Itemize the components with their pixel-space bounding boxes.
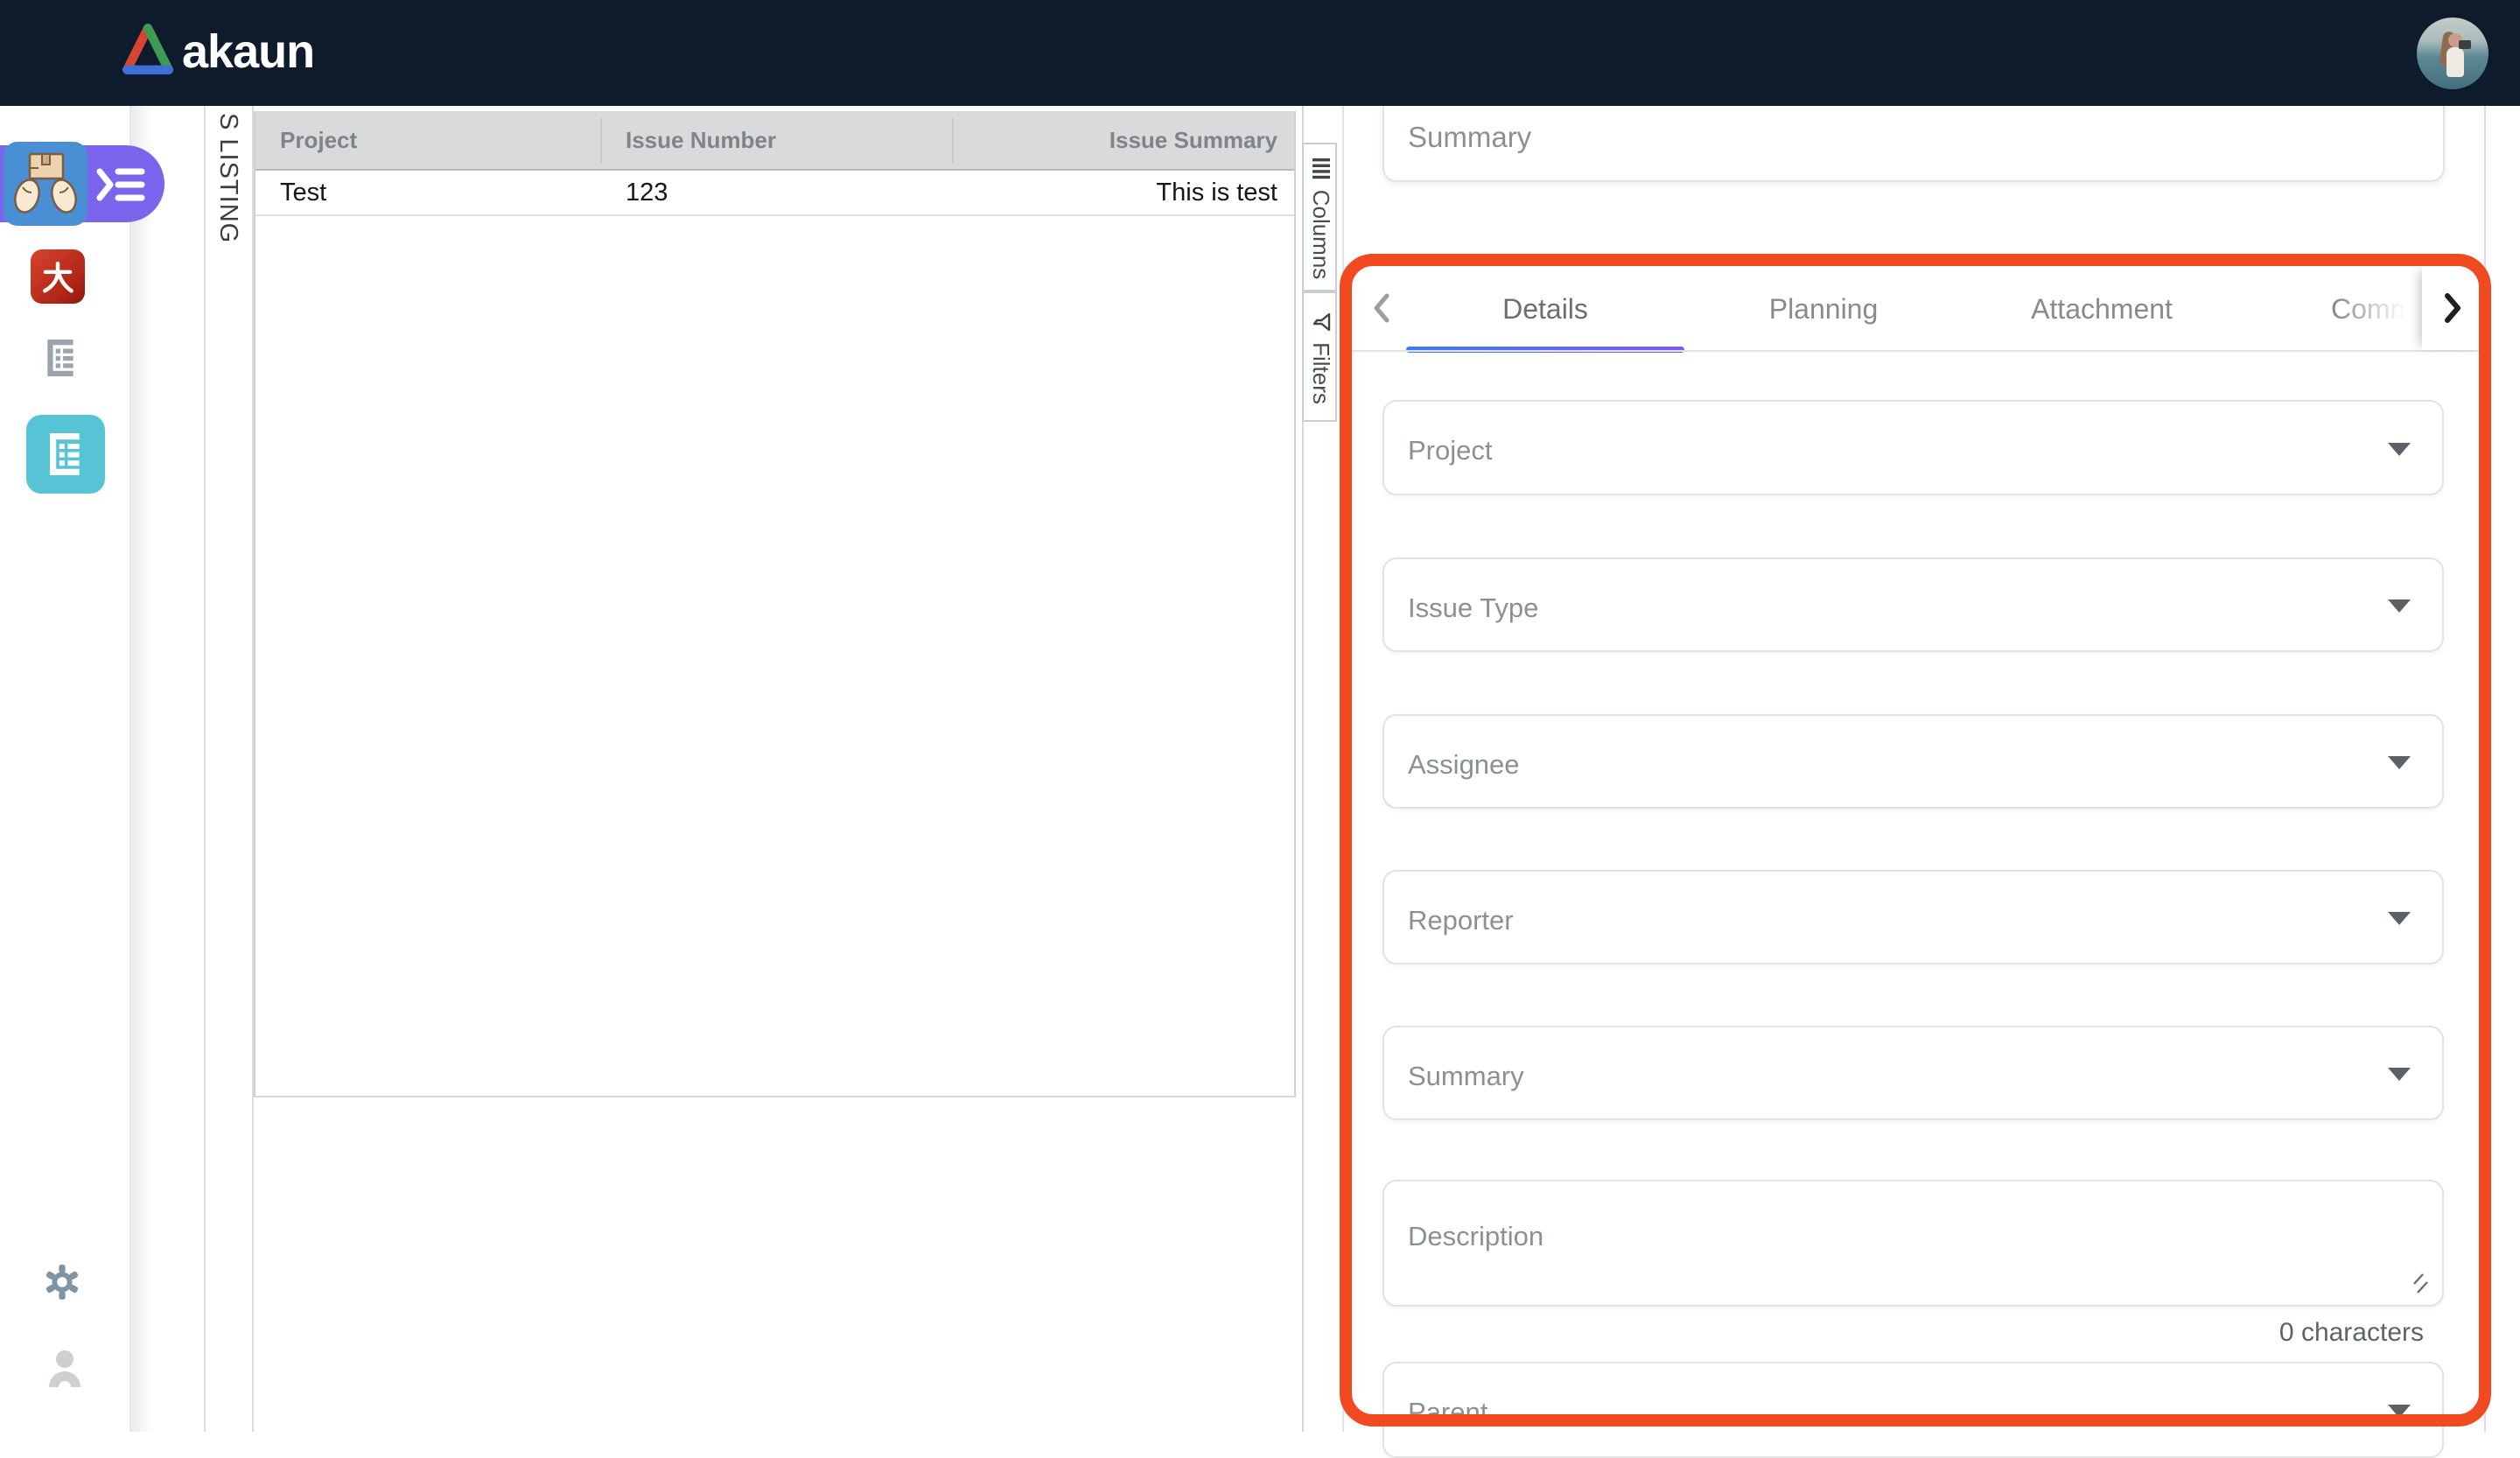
table-header-row: Project Issue Number Issue Summary — [256, 111, 1294, 171]
top-navbar: akaun — [0, 0, 2520, 106]
account-button[interactable] — [46, 1349, 84, 1393]
tabs-scroll-left-button[interactable] — [1362, 287, 1400, 329]
chevron-right-icon — [2444, 293, 2460, 323]
textarea-resize-icon[interactable] — [2405, 1273, 2428, 1294]
tab-issues-listing[interactable]: S LISTING — [204, 106, 252, 386]
dropdown-caret-icon — [2388, 912, 2411, 925]
gray-form-icon — [47, 340, 74, 376]
sidebar-item-forms-app[interactable] — [46, 340, 77, 381]
column-separator — [600, 118, 602, 164]
tabs-fade-overlay — [2334, 273, 2424, 347]
summary-card-label: Summary — [1408, 121, 1532, 153]
tab-columns[interactable]: Columns — [1302, 143, 1337, 291]
brand-logo[interactable]: akaun — [122, 23, 315, 80]
indent-menu-icon — [96, 168, 145, 201]
brand-name: akaun — [182, 25, 315, 78]
field-issue-type[interactable]: Issue Type — [1382, 557, 2444, 652]
field-project-label: Project — [1408, 435, 1493, 466]
dropdown-caret-icon — [2388, 1068, 2411, 1081]
field-assignee-label: Assignee — [1408, 749, 1520, 780]
panel-left-divider — [1342, 106, 1344, 1432]
columns-tab-label: Columns — [1308, 189, 1335, 280]
app-sidebar — [0, 106, 164, 1432]
filters-tab-label: Filters — [1308, 342, 1335, 404]
cell-issue-summary: This is test — [1156, 178, 1278, 207]
panel-right-divider — [2484, 106, 2486, 1432]
tabbar-bottom-border — [1344, 350, 2484, 352]
tab-attachment[interactable]: Attachment — [1963, 278, 2241, 340]
cell-issue-number: 123 — [626, 178, 668, 207]
chevron-left-icon — [1374, 293, 1390, 323]
filter-funnel-icon — [1312, 312, 1331, 332]
tab-filters[interactable]: Filters — [1302, 291, 1337, 422]
settings-button[interactable] — [44, 1264, 80, 1305]
columns-icon — [1312, 158, 1330, 179]
tab-details[interactable]: Details — [1406, 278, 1684, 340]
column-header-issue-summary[interactable]: Issue Summary — [954, 127, 1294, 154]
field-reporter-label: Reporter — [1408, 905, 1514, 936]
dropdown-caret-icon — [2388, 442, 2411, 456]
description-char-count: 0 characters — [2278, 1318, 2424, 1347]
gear-icon — [46, 1265, 79, 1300]
tabs-scroll-right-button[interactable] — [2422, 266, 2484, 350]
column-separator — [952, 118, 954, 164]
person-icon — [49, 1350, 80, 1387]
detail-tabs: Details Planning Attachment Comme — [1406, 278, 2424, 340]
dropdown-caret-icon — [2388, 599, 2411, 613]
field-summary-label: Summary — [1408, 1061, 1524, 1091]
cell-project: Test — [280, 178, 327, 207]
field-issue-type-label: Issue Type — [1408, 592, 1539, 623]
issues-table: Project Issue Number Issue Summary Test … — [254, 111, 1296, 1097]
field-description[interactable]: Description — [1382, 1180, 2444, 1307]
sidebar-item-inventory-app[interactable] — [4, 142, 88, 226]
user-avatar[interactable] — [2417, 18, 2488, 89]
field-assignee[interactable]: Assignee — [1382, 714, 2444, 809]
dropdown-caret-icon — [2388, 1405, 2411, 1418]
sidebar-item-red-app[interactable] — [31, 249, 85, 304]
column-header-project[interactable]: Project — [256, 127, 602, 154]
teal-form-icon — [50, 433, 80, 475]
hands-holding-box-icon — [14, 152, 77, 214]
content-left-shadow — [131, 106, 154, 1432]
column-header-issue-number[interactable]: Issue Number — [602, 127, 954, 154]
field-parent[interactable]: Parent — [1382, 1362, 2444, 1458]
table-row[interactable]: Test 123 This is test — [256, 171, 1294, 216]
field-project[interactable]: Project — [1382, 400, 2444, 495]
dropdown-caret-icon — [2388, 756, 2411, 769]
field-description-label: Description — [1408, 1221, 1544, 1251]
tab-planning[interactable]: Planning — [1684, 278, 1963, 340]
akaun-triangle-icon — [122, 23, 173, 80]
listing-tab-label: S LISTING — [214, 113, 242, 244]
field-parent-label: Parent — [1408, 1397, 1488, 1427]
field-summary[interactable]: Summary — [1382, 1026, 2444, 1120]
field-reporter[interactable]: Reporter — [1382, 870, 2444, 964]
sidebar-item-listing-app[interactable] — [26, 415, 105, 494]
cjk-dai-icon — [42, 261, 74, 293]
